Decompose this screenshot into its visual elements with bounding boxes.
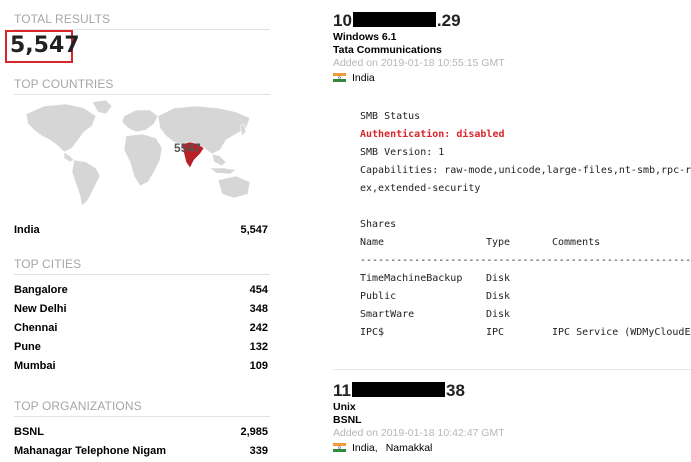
country-count: 5,547 [240,224,268,236]
city-row[interactable]: Bangalore 454 [14,284,268,300]
result-location[interactable]: India [333,72,375,84]
banner-capabilities-cont: ex,extended-security [360,183,481,194]
result-os: Windows 6.1 [333,31,397,43]
result-country: India, [352,442,378,454]
map-australia [217,175,251,199]
banner-auth-status: Authentication: disabled [360,129,505,140]
ip-prefix: 11 [333,381,351,400]
city-name: Bangalore [14,284,68,296]
share-name: SmartWare [360,309,415,320]
result-separator [333,369,691,370]
ip-suffix: .29 [436,11,461,30]
facets-sidebar: TOTAL RESULTS 5,547 TOP COUNTRIES 5547 I… [0,0,278,462]
shares-rule: ----------------------------------------… [360,255,691,266]
banner-shares-title: Shares [360,219,397,230]
map-south-america [71,159,101,207]
map-indonesia [209,167,237,175]
organization-name: Mahanagar Telephone Nigam [14,445,166,457]
banner-capabilities: Capabilities: raw-mode,unicode,large-fil… [360,165,691,176]
map-europe [121,109,159,133]
share-name: TimeMachineBackup [360,273,463,284]
result-isp[interactable]: Tata Communications [333,44,442,56]
map-central-america [63,151,75,163]
city-row[interactable]: Pune 132 [14,341,268,357]
shares-header-name: Name [360,237,385,248]
top-organizations-heading: TOP ORGANIZATIONS [14,399,270,417]
result-country: India [352,72,375,84]
share-type: IPC [486,327,505,338]
country-row-india[interactable]: India 5,547 [14,224,268,240]
map-asia [157,105,251,155]
banner-smb-version: SMB Version: 1 [360,147,445,158]
ip-prefix: 10 [333,11,352,30]
total-results-heading: TOTAL RESULTS [14,12,270,30]
share-comment: IPC Service (WDMyCloudEX [552,327,691,338]
city-row[interactable]: Chennai 242 [14,322,268,338]
organization-name: BSNL [14,426,44,438]
country-name: India [14,224,40,236]
top-cities-heading: TOP CITIES [14,257,270,275]
world-map[interactable]: 5547 [14,96,270,212]
map-africa [123,133,163,187]
result-os: Unix [333,401,356,413]
city-count: 109 [249,360,268,372]
result-added-date: Added on 2019-01-18 10:42:47 GMT [333,427,505,439]
total-results-value: 5,547 [10,33,80,58]
city-count: 348 [249,303,268,315]
map-india-count-label: 5547 [174,141,201,155]
share-type: Disk [486,309,511,320]
result-city: Namakkal [385,442,433,454]
organization-row[interactable]: BSNL 2,985 [14,426,268,442]
map-north-america [25,103,97,153]
result-added-date: Added on 2019-01-18 10:55:15 GMT [333,57,505,69]
city-name: New Delhi [14,303,67,315]
city-count: 242 [249,322,268,334]
map-southeast-asia [211,153,227,167]
banner-smb-status: SMB Status [360,111,421,122]
redaction-bar [351,382,445,397]
city-name: Chennai [14,322,58,334]
redaction-bar [352,12,436,27]
city-row[interactable]: New Delhi 348 [14,303,268,319]
organization-count: 2,985 [240,426,268,438]
result-ip[interactable]: 10.29 [333,11,461,31]
organization-row[interactable]: Mahanagar Telephone Nigam 339 [14,445,268,461]
service-banner: SMB Status Authentication: disabled SMB … [360,108,691,343]
share-name: Public [360,291,397,302]
result-ip[interactable]: 11 38 [333,381,465,401]
city-count: 132 [249,341,268,353]
share-type: Disk [486,291,511,302]
shares-header-comments: Comments [552,237,601,248]
share-type: Disk [486,273,511,284]
result-location[interactable]: India, Namakkal [333,442,432,454]
city-row[interactable]: Mumbai 109 [14,360,268,376]
result-isp[interactable]: BSNL [333,414,362,426]
map-greenland [91,99,113,115]
share-name: IPC$ [360,327,385,338]
city-name: Mumbai [14,360,56,372]
top-countries-heading: TOP COUNTRIES [14,77,270,95]
organization-count: 339 [249,445,268,457]
india-flag-icon [333,443,346,452]
ip-suffix: 38 [445,381,465,400]
city-name: Pune [14,341,41,353]
city-count: 454 [249,284,268,296]
shares-header-type: Type [486,237,511,248]
india-flag-icon [333,73,346,82]
